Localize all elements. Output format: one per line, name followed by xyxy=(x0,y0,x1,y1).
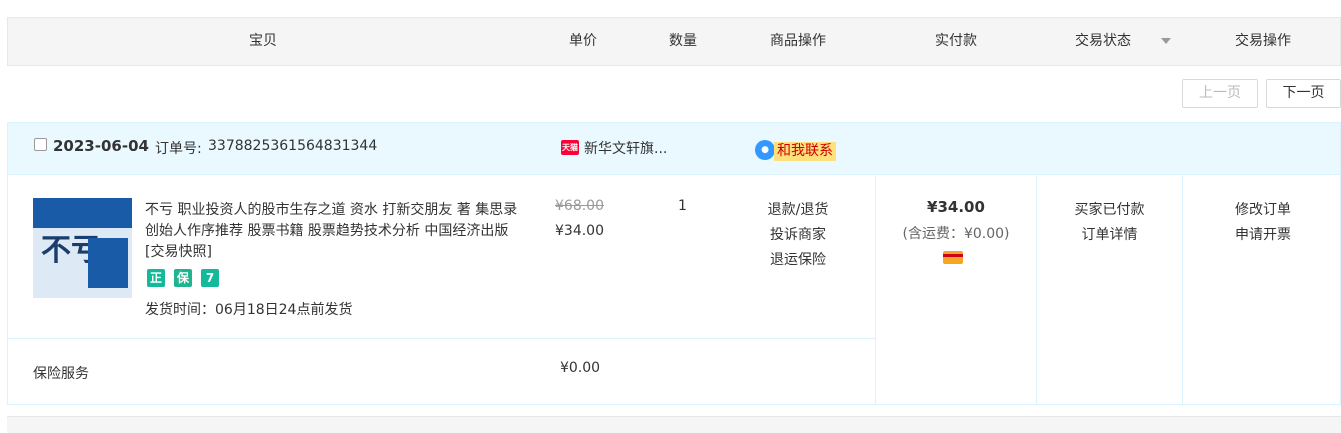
order-date: 2023-06-04 xyxy=(53,137,149,155)
cover-band xyxy=(33,198,132,228)
seven-day-return-badge-icon[interactable]: 7 xyxy=(201,269,219,287)
col-trade-status-filter[interactable]: 交易状态 xyxy=(1048,18,1198,65)
shipping-fee: (含运费：¥0.00) xyxy=(902,226,1010,242)
divider xyxy=(8,338,875,339)
order-id-label: 订单号: xyxy=(155,141,202,157)
order-details-link[interactable]: 订单详情 xyxy=(1037,223,1182,248)
complain-seller-link[interactable]: 投诉商家 xyxy=(743,223,853,248)
shop-name-link[interactable]: 新华文轩旗... xyxy=(584,138,667,158)
order-header: 2023-06-04 订单号: 3378825361564831344 天猫 新… xyxy=(8,123,1340,175)
status-text: 买家已付款 xyxy=(1074,202,1145,218)
refund-return-link[interactable]: 退款/退货 xyxy=(743,198,853,223)
next-page-button[interactable]: 下一页 xyxy=(1266,79,1341,108)
prev-page-button[interactable]: 上一页 xyxy=(1182,79,1258,108)
trade-actions: 修改订单 申请开票 xyxy=(1183,198,1341,248)
col-item: 宝贝 xyxy=(249,33,277,49)
contact-seller-link[interactable]: 和我联系 xyxy=(774,142,836,161)
col-item-ops: 商品操作 xyxy=(770,33,826,49)
guarantee-badge-icon[interactable]: 保 xyxy=(174,269,192,287)
insurance-label: 保险服务 xyxy=(33,366,89,382)
chevron-down-icon xyxy=(1161,38,1171,44)
modify-order-link[interactable]: 修改订单 xyxy=(1183,198,1341,223)
col-trade-ops: 交易操作 xyxy=(1235,33,1291,49)
paid-amount: ¥34.00 xyxy=(927,198,985,216)
insurance-price: ¥0.00 xyxy=(560,360,601,376)
ship-time: 发货时间：06月18日24点前发货 xyxy=(145,302,353,318)
product-thumbnail[interactable]: 不亏 xyxy=(33,198,132,298)
credit-card-icon xyxy=(943,251,963,264)
order-card: 2023-06-04 订单号: 3378825361564831344 天猫 新… xyxy=(7,122,1341,405)
col-trade-status-label: 交易状态 xyxy=(1075,33,1131,49)
request-invoice-link[interactable]: 申请开票 xyxy=(1183,223,1341,248)
return-insurance-link[interactable]: 退运保险 xyxy=(743,248,853,273)
item-ops: 退款/退货 投诉商家 退运保险 xyxy=(743,198,853,273)
wangwang-chat-icon[interactable]: ● xyxy=(755,140,775,160)
cover-tag xyxy=(88,238,128,288)
tmall-icon: 天猫 xyxy=(561,140,579,155)
order-checkbox[interactable] xyxy=(34,138,47,151)
order-id: 3378825361564831344 xyxy=(208,138,378,154)
original-price: ¥68.00 xyxy=(555,198,604,214)
order-table-header: 宝贝 单价 数量 商品操作 实付款 交易状态 交易操作 xyxy=(7,17,1341,66)
next-order-header xyxy=(7,416,1341,433)
col-paid: 实付款 xyxy=(935,33,977,49)
quantity: 1 xyxy=(678,198,687,214)
col-quantity: 数量 xyxy=(669,33,697,49)
service-badges: 正保7 xyxy=(147,269,228,287)
col-unit-price: 单价 xyxy=(569,33,597,49)
trade-status: 买家已付款 订单详情 xyxy=(1037,198,1182,248)
genuine-badge-icon[interactable]: 正 xyxy=(147,269,165,287)
product-title-link[interactable]: 不亏 职业投资人的股市生存之道 资水 打新交朋友 著 集思录创始人作序推荐 股票… xyxy=(145,200,520,263)
unit-price: ¥34.00 xyxy=(555,223,604,239)
